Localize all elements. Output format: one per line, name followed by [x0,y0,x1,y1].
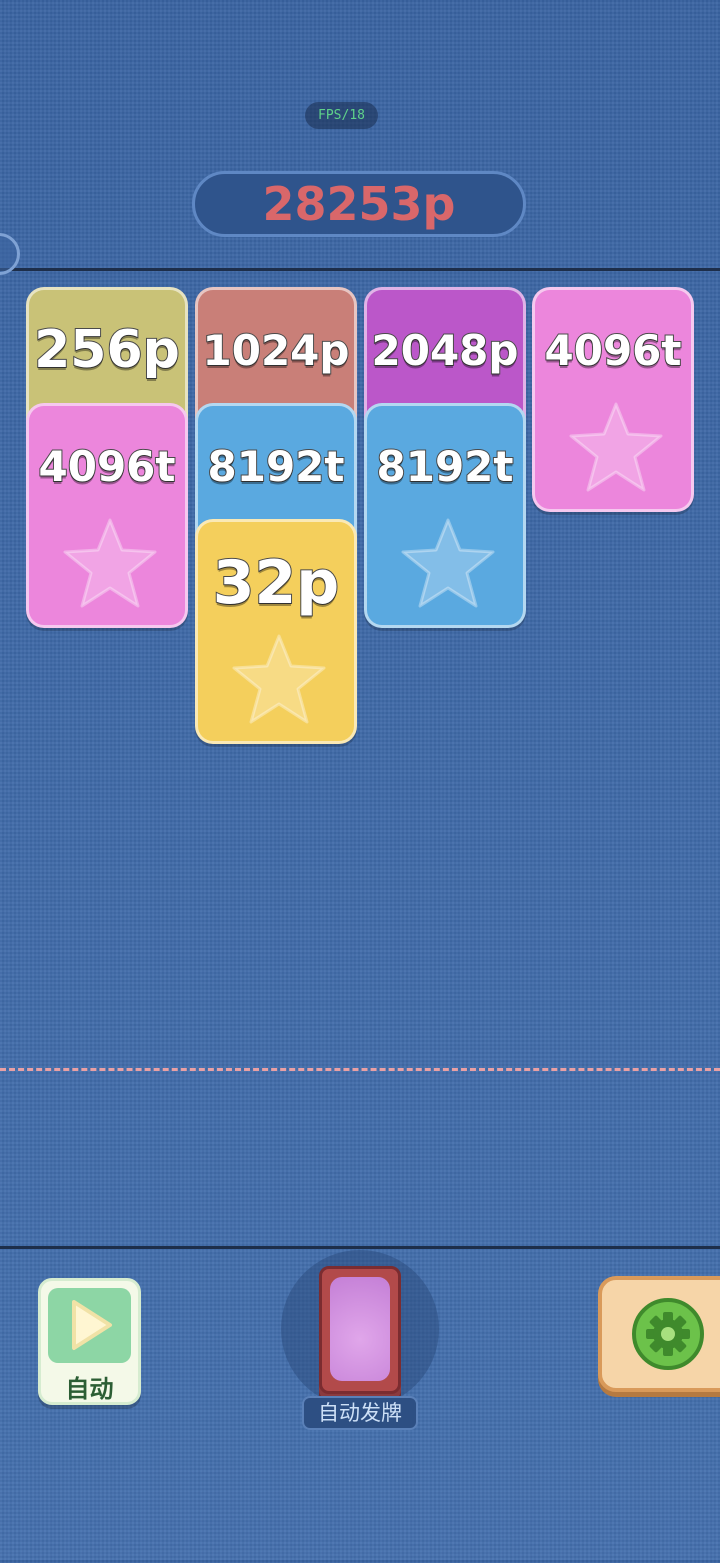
card-value: 2048p [371,325,520,376]
gear-icon [646,1312,690,1356]
card[interactable]: 8192t [364,403,526,628]
auto-play-button[interactable]: 自动 [38,1278,141,1405]
star-icon [232,634,326,724]
card[interactable]: 32p [195,519,357,744]
card-value: 8192t [376,441,515,492]
star-icon [569,402,663,492]
limit-line [0,1068,720,1071]
gear-icon-bg [632,1298,704,1370]
game-board: 256p 1024p 2048p 4096t 4096t 8192t 8192t… [0,271,720,1246]
settings-button[interactable] [598,1276,720,1392]
fps-counter: FPS/18 [305,102,378,129]
card-deck-button[interactable] [319,1266,401,1394]
card-value: 32p [212,547,340,619]
card-value: 4096t [38,441,177,492]
top-bar: FPS/18 28253p [0,0,720,271]
card-value: 1024p [202,325,351,376]
card-back [330,1277,390,1381]
card-value: 8192t [207,441,346,492]
card-value: 256p [33,319,181,381]
star-icon [401,518,495,608]
play-icon [72,1300,112,1350]
auto-play-label: 自动 [65,1375,114,1403]
star-icon [63,518,157,608]
card[interactable]: 4096t [532,287,694,512]
card-value: 4096t [544,325,683,376]
auto-play-icon-bg [48,1288,131,1363]
score-display: 28253p [192,171,526,237]
card[interactable]: 4096t [26,403,188,628]
auto-deal-label[interactable]: 自动发牌 [302,1396,418,1430]
